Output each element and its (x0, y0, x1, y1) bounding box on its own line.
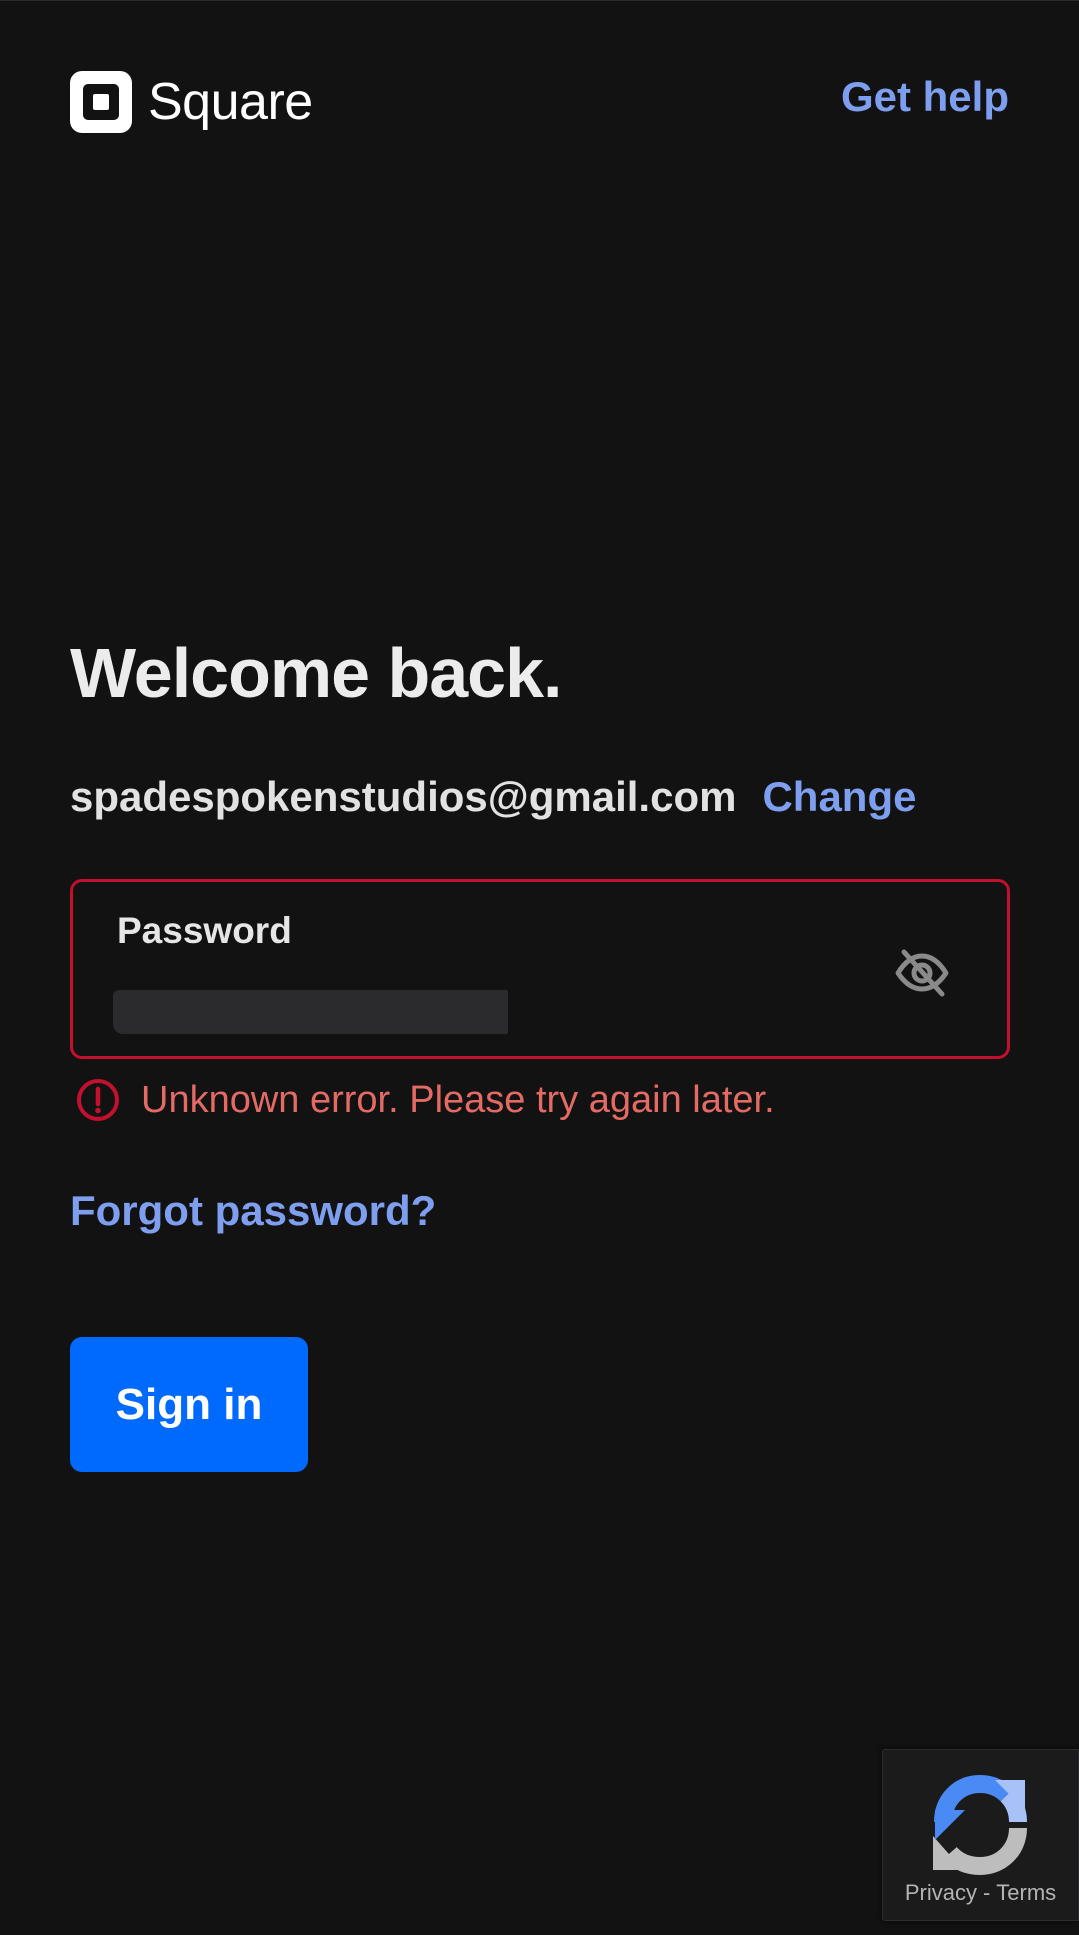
square-logo-icon (70, 71, 132, 133)
alert-circle-icon (77, 1079, 119, 1121)
password-input-redacted[interactable] (113, 990, 508, 1034)
account-email: spadespokenstudios@gmail.com (70, 773, 737, 820)
password-error: Unknown error. Please try again later. (75, 1077, 775, 1123)
password-label: Password (117, 910, 292, 951)
change-email-link[interactable]: Change (762, 773, 916, 821)
recaptcha-privacy-link[interactable]: Privacy (905, 1880, 977, 1905)
recaptcha-terms-link[interactable]: Terms (996, 1880, 1056, 1905)
brand-name: Square (148, 73, 313, 131)
email-row: spadespokenstudios@gmail.com Change (70, 773, 916, 821)
page-title: Welcome back. (70, 634, 562, 712)
toggle-password-visibility-button[interactable] (892, 942, 952, 1002)
forgot-password-link[interactable]: Forgot password? (70, 1187, 436, 1235)
recaptcha-links: Privacy - Terms (883, 1880, 1078, 1906)
login-page: Square Get help Welcome back. spadespoke… (0, 0, 1079, 1935)
sign-in-button[interactable]: Sign in (70, 1337, 308, 1472)
get-help-link[interactable]: Get help (841, 73, 1009, 121)
recaptcha-separator: - (982, 1880, 991, 1905)
password-field[interactable]: Password (70, 879, 1010, 1059)
recaptcha-icon (933, 1774, 1027, 1876)
error-message: Unknown error. Please try again later. (141, 1078, 775, 1121)
square-logo[interactable]: Square (70, 71, 313, 133)
recaptcha-badge[interactable]: Privacy - Terms (882, 1749, 1079, 1921)
eye-off-icon (895, 949, 949, 997)
